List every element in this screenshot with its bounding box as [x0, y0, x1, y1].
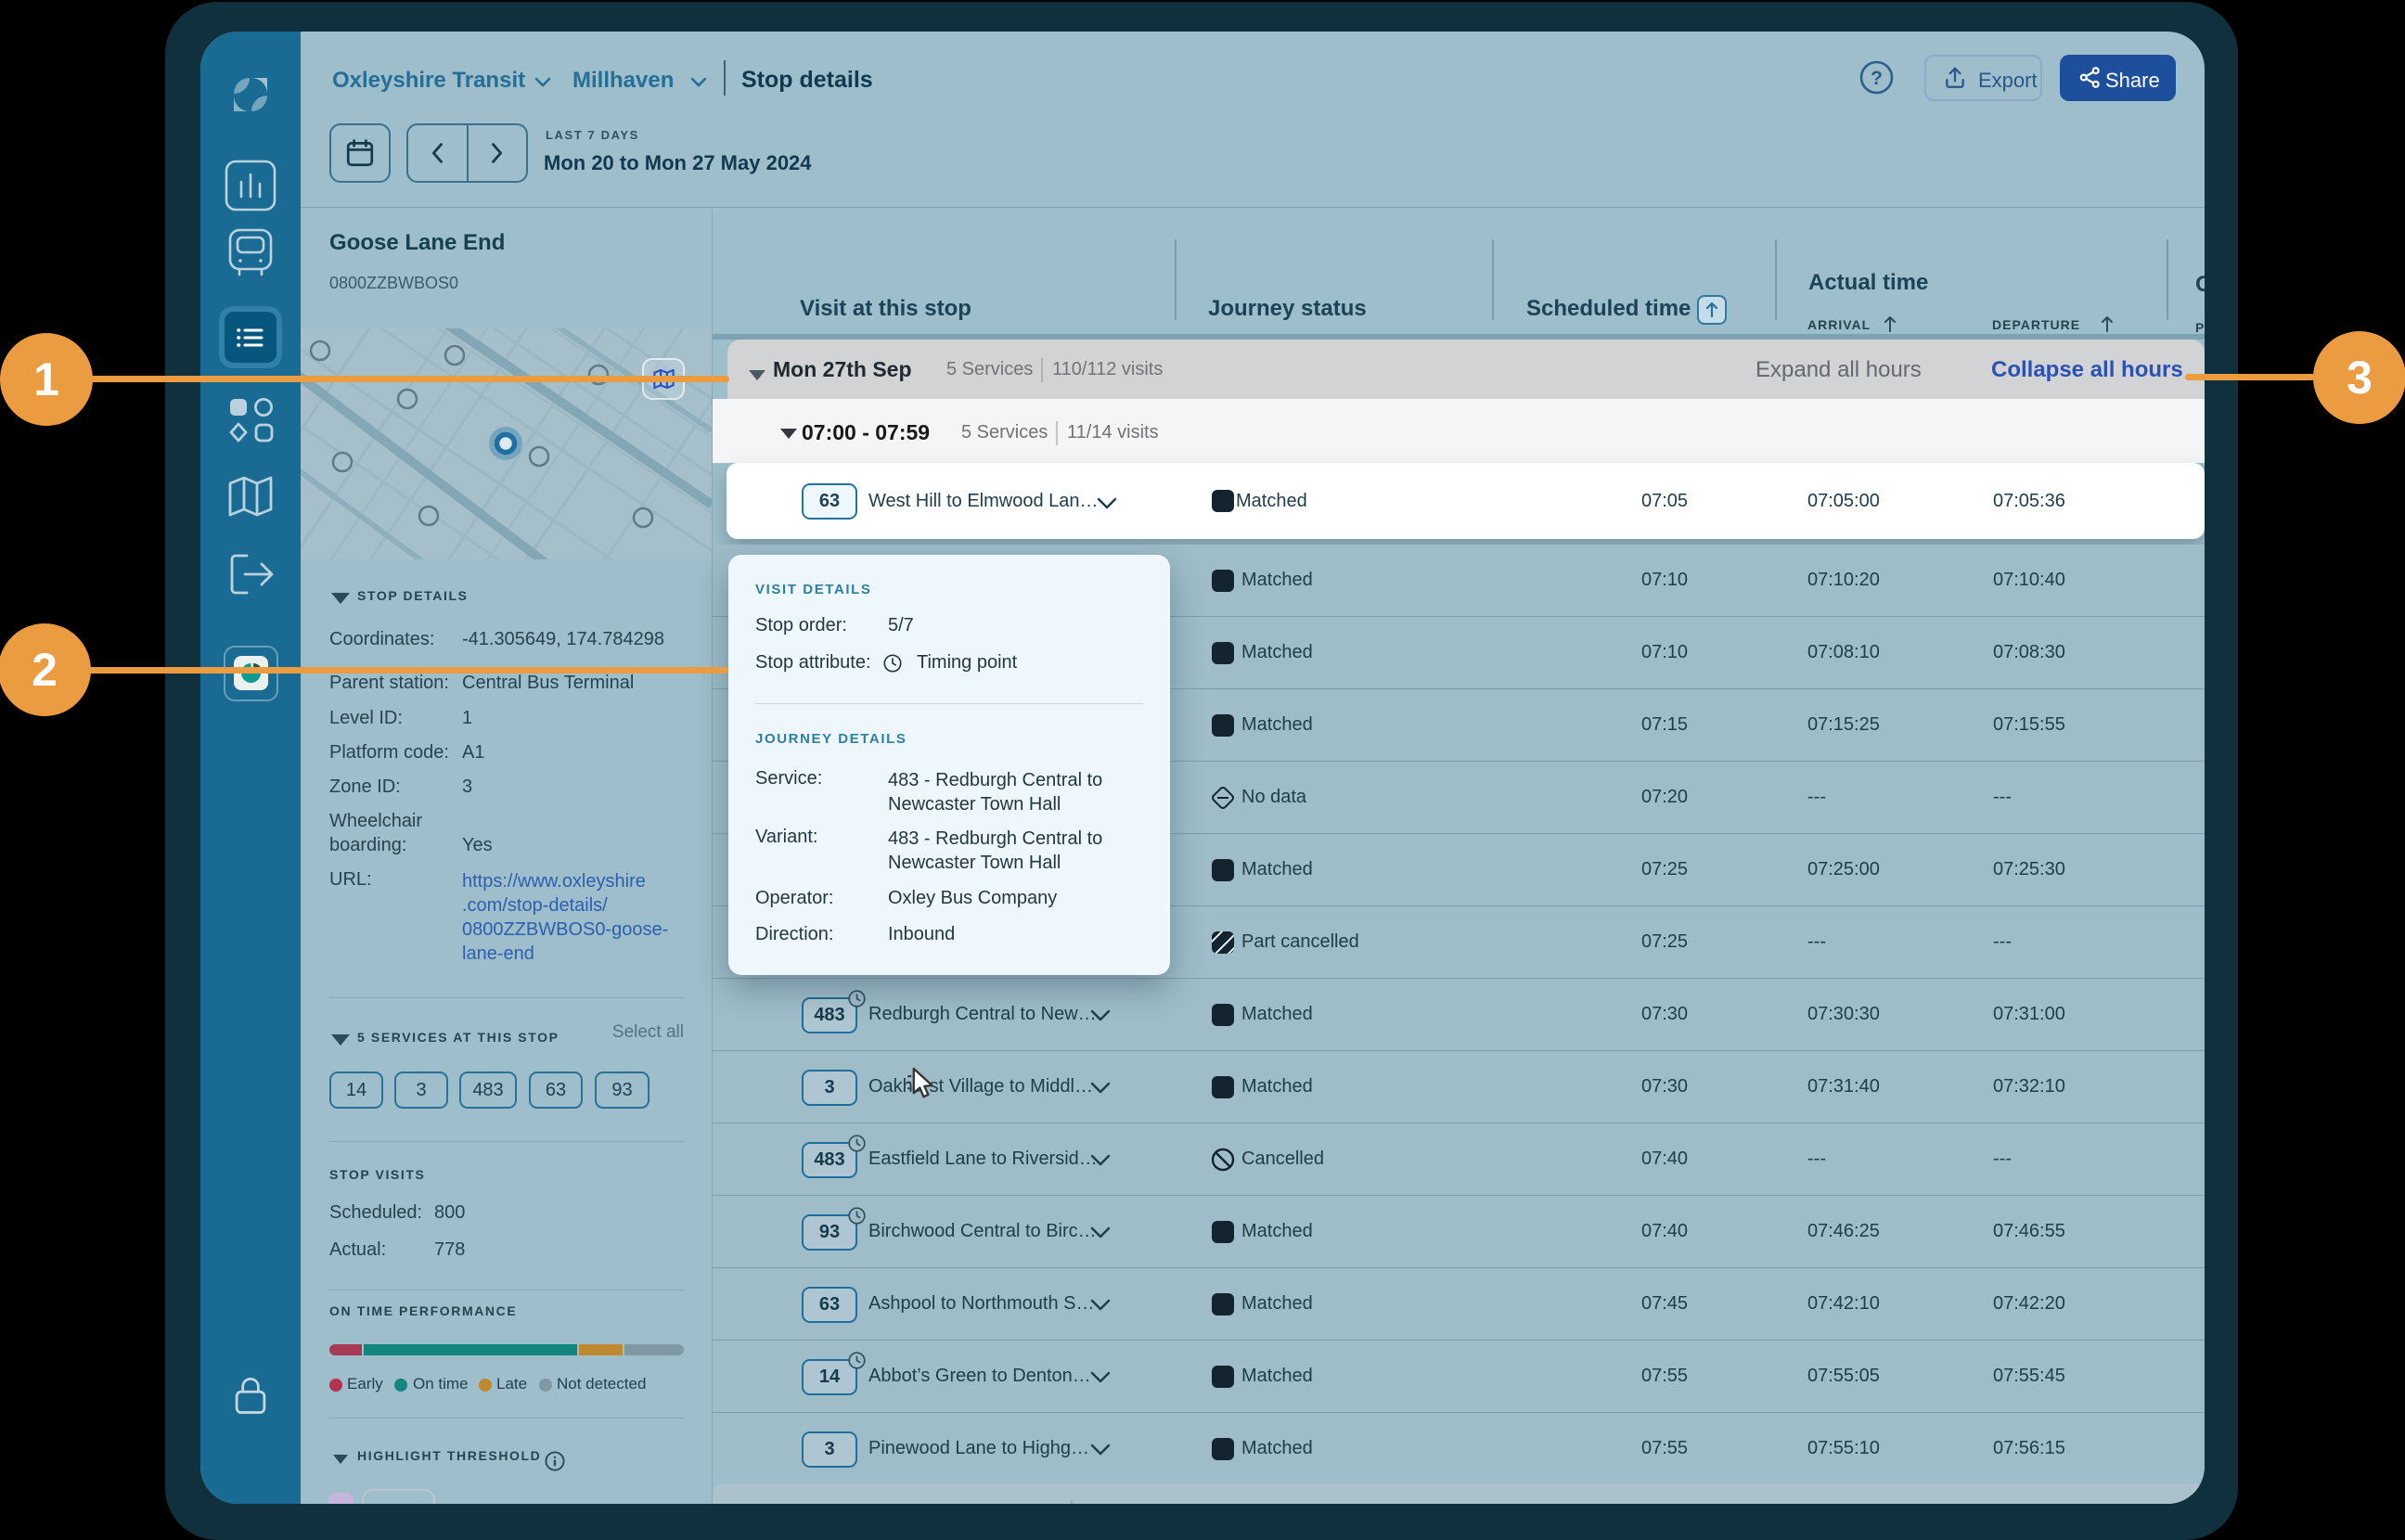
- svg-text:?: ?: [1871, 68, 1883, 89]
